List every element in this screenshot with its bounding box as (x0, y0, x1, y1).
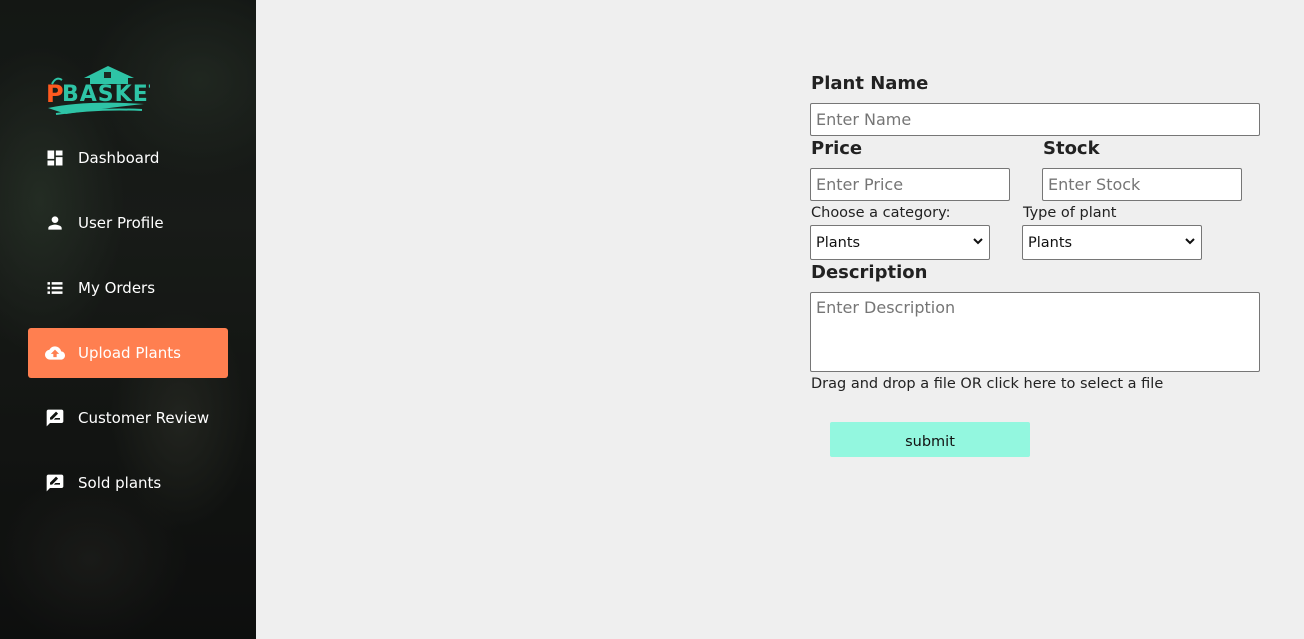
sidebar-item-label: My Orders (78, 279, 156, 297)
stock-input[interactable] (1042, 168, 1242, 201)
plant-type-selected-value: Plants (1028, 234, 1073, 251)
sidebar-item-user-profile[interactable]: User Profile (28, 198, 228, 248)
sidebar-item-label: Customer Review (78, 409, 210, 427)
plant-type-label: Type of plant (1023, 205, 1117, 221)
category-label: Choose a category: (811, 205, 951, 221)
chevron-down-icon (972, 235, 984, 251)
cloud-upload-icon (44, 342, 66, 364)
description-textarea[interactable] (810, 292, 1260, 372)
plant-name-input[interactable] (810, 103, 1260, 136)
dashboard-icon (44, 147, 66, 169)
pbasket-logo[interactable]: P BASKET (46, 64, 164, 120)
plant-name-label: Plant Name (811, 73, 929, 94)
description-label: Description (811, 262, 928, 283)
plant-type-select[interactable]: Plants (1022, 225, 1202, 260)
sidebar-item-label: Dashboard (78, 149, 160, 167)
person-icon (44, 212, 66, 234)
sidebar-item-my-orders[interactable]: My Orders (28, 263, 228, 313)
price-label: Price (811, 138, 863, 159)
chevron-down-icon (1184, 235, 1196, 251)
sidebar-item-label: User Profile (78, 214, 164, 232)
sidebar-item-customer-review[interactable]: Customer Review (28, 393, 228, 443)
category-select[interactable]: Plants (810, 225, 990, 260)
rate-review-icon (44, 407, 66, 429)
sidebar-item-label: Upload Plants (78, 344, 181, 362)
list-icon (44, 277, 66, 299)
sidebar: P BASKET Dashboard User Profile My Order… (0, 0, 256, 639)
sidebar-item-label: Sold plants (78, 474, 162, 492)
logo-letter-p: P (46, 80, 64, 108)
sidebar-item-upload-plants[interactable]: Upload Plants (28, 328, 228, 378)
file-dropzone[interactable]: Drag and drop a file OR click here to se… (811, 376, 1163, 392)
category-selected-value: Plants (816, 234, 861, 251)
submit-button[interactable]: submit (830, 422, 1030, 457)
sidebar-item-dashboard[interactable]: Dashboard (28, 133, 228, 183)
price-input[interactable] (810, 168, 1010, 201)
sidebar-item-sold-plants[interactable]: Sold plants (28, 458, 228, 508)
stock-label: Stock (1043, 138, 1100, 159)
logo-wordmark: BASKET (62, 82, 150, 107)
rate-review-icon (44, 472, 66, 494)
